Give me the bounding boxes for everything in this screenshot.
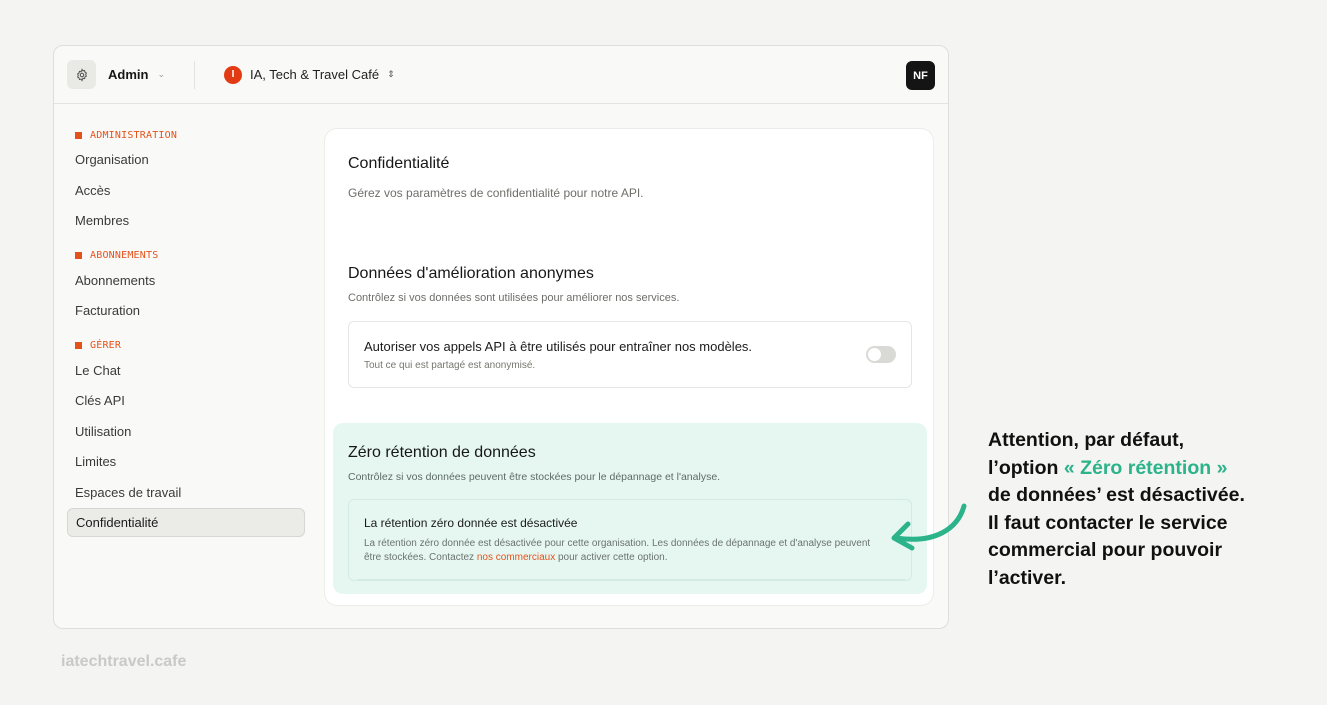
sidebar-item-acces[interactable]: Accès (67, 176, 305, 205)
zero-retention-description: Contrôlez si vos données peuvent être st… (348, 471, 721, 483)
contact-sales-link[interactable]: nos commerciaux (477, 552, 555, 563)
annotation-line: Il faut contacter le service (988, 511, 1228, 534)
anon-data-description: Contrôlez si vos données sont utilisées … (348, 292, 680, 304)
workspace-switcher-label[interactable]: Admin (108, 67, 148, 82)
page-subtitle: Gérez vos paramètres de confidentialité … (348, 186, 644, 200)
zero-retention-section: Zéro rétention de données Contrôlez si v… (333, 423, 927, 594)
anon-data-heading: Données d'amélioration anonymes (348, 265, 594, 282)
brand-watermark: iatechtravel.cafe (61, 653, 187, 670)
annotation-line: l’activer. (988, 566, 1067, 589)
square-bullet-icon (75, 252, 82, 259)
org-avatar[interactable]: I (224, 65, 242, 84)
annotation-line: de données’ est désactivée. (988, 484, 1245, 506)
sidebar-section-label: ADMINISTRATION (90, 129, 178, 141)
annotation-line: Attention, par défaut, (988, 429, 1185, 451)
admin-app-window: Admin ⌄ I IA, Tech & Travel Café ⇕ NF AD… (53, 45, 949, 629)
sidebar-item-membres[interactable]: Membres (67, 206, 305, 235)
zero-retention-status-box: La rétention zéro donnée est désactivée … (348, 499, 912, 581)
sort-chevrons-icon[interactable]: ⇕ (387, 70, 395, 79)
page-title: Confidentialité (348, 155, 450, 172)
anon-data-option: Autoriser vos appels API à être utilisés… (348, 321, 912, 388)
sidebar-item-abonnements[interactable]: Abonnements (67, 266, 305, 295)
zero-retention-status-text: La rétention zéro donnée est désactivée … (364, 537, 884, 565)
sidebar-item-espaces-de-travail[interactable]: Espaces de travail (67, 478, 305, 507)
zero-retention-status-title: La rétention zéro donnée est désactivée (364, 516, 578, 530)
annotation-callout: Attention, par défaut, l’option « Zéro r… (988, 427, 1308, 592)
org-switcher-label[interactable]: IA, Tech & Travel Café (250, 67, 379, 82)
zero-retention-heading: Zéro rétention de données (348, 444, 536, 461)
sidebar-item-organisation[interactable]: Organisation (67, 145, 305, 174)
annotation-text: l’option (988, 456, 1064, 479)
sidebar-item-cles-api[interactable]: Clés API (67, 386, 305, 415)
toggle-knob (868, 348, 881, 361)
anon-option-subtitle: Tout ce qui est partagé est anonymisé. (364, 360, 536, 371)
curved-arrow-icon (891, 503, 967, 551)
annotation-line: l’option « Zéro rétention » (988, 455, 1308, 483)
square-bullet-icon (75, 342, 82, 349)
sidebar-item-le-chat[interactable]: Le Chat (67, 356, 305, 385)
sidebar-section-heading: GÉRER (75, 339, 305, 353)
sidebar-nav: ADMINISTRATION Organisation Accès Membres AB… (67, 128, 305, 539)
settings-button[interactable] (67, 60, 96, 89)
sidebar-item-facturation[interactable]: Facturation (67, 296, 305, 325)
top-bar: Admin ⌄ I IA, Tech & Travel Café ⇕ NF (54, 46, 948, 104)
sidebar-item-limites[interactable]: Limites (67, 447, 305, 476)
train-models-toggle[interactable] (866, 346, 896, 363)
sidebar-section-heading: ABONNEMENTS (75, 249, 305, 263)
anon-option-title: Autoriser vos appels API à être utilisés… (364, 339, 753, 354)
topbar-divider (194, 60, 195, 89)
status-text-part: pour activer cette option. (555, 552, 668, 563)
sidebar-section-label: GÉRER (90, 340, 122, 351)
sidebar-section-label: ABONNEMENTS (90, 250, 159, 261)
square-bullet-icon (75, 131, 82, 139)
sidebar-item-confidentialite[interactable]: Confidentialité (67, 508, 305, 537)
sidebar-item-utilisation[interactable]: Utilisation (67, 417, 305, 446)
privacy-settings-card: Confidentialité Gérez vos paramètres de … (325, 129, 933, 605)
sidebar-section-heading: ADMINISTRATION (75, 128, 305, 142)
user-avatar[interactable]: NF (906, 61, 935, 90)
chevron-down-icon[interactable]: ⌄ (157, 69, 165, 80)
divider (357, 579, 905, 580)
annotation-line: commercial pour pouvoir (988, 539, 1223, 561)
annotation-highlight: « Zéro rétention » (1063, 456, 1228, 479)
gear-icon (76, 67, 87, 82)
